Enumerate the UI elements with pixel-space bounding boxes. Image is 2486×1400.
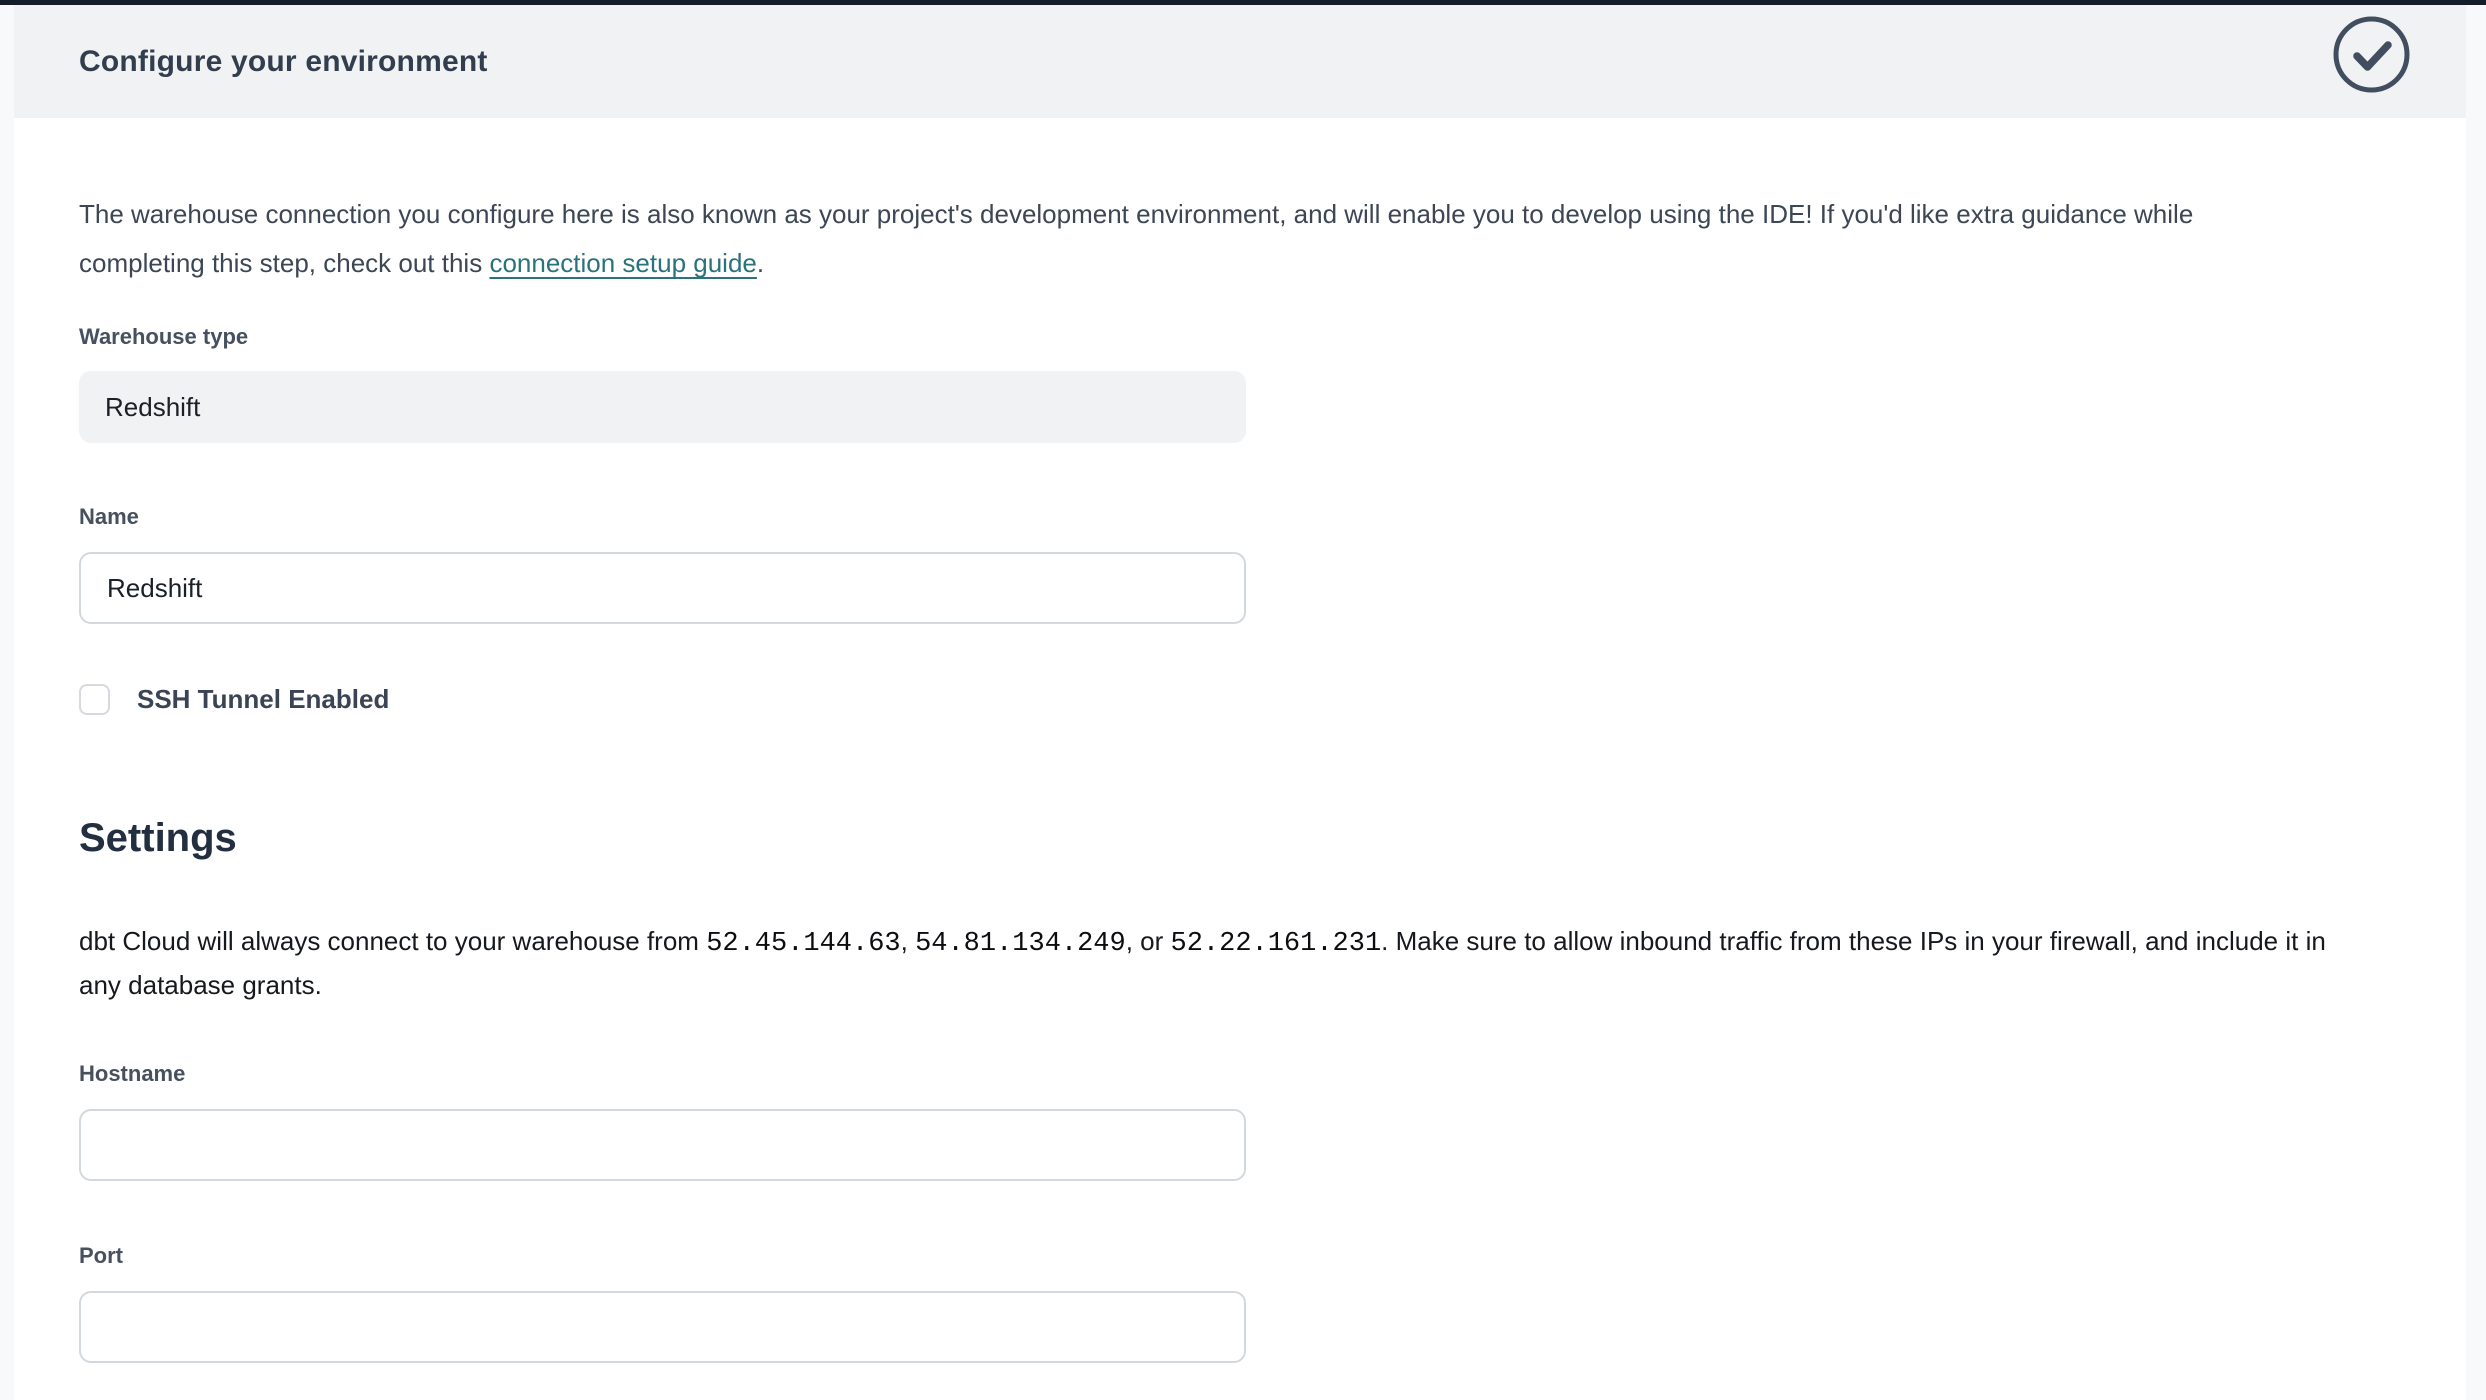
ssh-tunnel-row: SSH Tunnel Enabled bbox=[79, 684, 2366, 715]
page-title: Configure your environment bbox=[79, 45, 488, 79]
settings-heading: Settings bbox=[79, 816, 2366, 860]
intro-text-after: . bbox=[757, 248, 764, 278]
right-gutter bbox=[2466, 5, 2486, 1400]
port-label: Port bbox=[79, 1243, 2366, 1269]
ip-allowlist-note: dbt Cloud will always connect to your wa… bbox=[79, 921, 2366, 1006]
panel-header: Configure your environment bbox=[14, 5, 2466, 118]
ip-address-1: 52.45.144.63 bbox=[706, 929, 900, 959]
port-input[interactable] bbox=[79, 1291, 1246, 1363]
warehouse-type-value: Redshift bbox=[105, 392, 200, 423]
hostname-input[interactable] bbox=[79, 1109, 1246, 1181]
intro-paragraph: The warehouse connection you configure h… bbox=[79, 190, 2319, 288]
warehouse-type-field[interactable]: Redshift bbox=[79, 371, 1246, 443]
name-label: Name bbox=[79, 504, 2366, 530]
name-input[interactable] bbox=[79, 552, 1246, 624]
ip-separator-1: , bbox=[901, 926, 915, 956]
connection-setup-guide-link[interactable]: connection setup guide bbox=[489, 248, 756, 278]
ssh-tunnel-label: SSH Tunnel Enabled bbox=[137, 684, 389, 715]
left-gutter bbox=[0, 5, 14, 1400]
ip-address-2: 54.81.134.249 bbox=[915, 929, 1126, 959]
ip-note-before: dbt Cloud will always connect to your wa… bbox=[79, 926, 706, 956]
ssh-tunnel-checkbox[interactable] bbox=[79, 684, 110, 715]
warehouse-type-label: Warehouse type bbox=[79, 324, 2366, 350]
hostname-label: Hostname bbox=[79, 1061, 2366, 1087]
ip-separator-2: , or bbox=[1126, 926, 1171, 956]
window-top-border bbox=[0, 0, 2486, 5]
intro-text-before: The warehouse connection you configure h… bbox=[79, 199, 2193, 278]
check-circle-icon bbox=[2332, 15, 2411, 94]
configure-environment-panel: Configure your environment The warehouse… bbox=[14, 5, 2466, 1400]
ip-address-3: 52.22.161.231 bbox=[1171, 929, 1382, 959]
form-content: The warehouse connection you configure h… bbox=[14, 190, 2466, 1363]
